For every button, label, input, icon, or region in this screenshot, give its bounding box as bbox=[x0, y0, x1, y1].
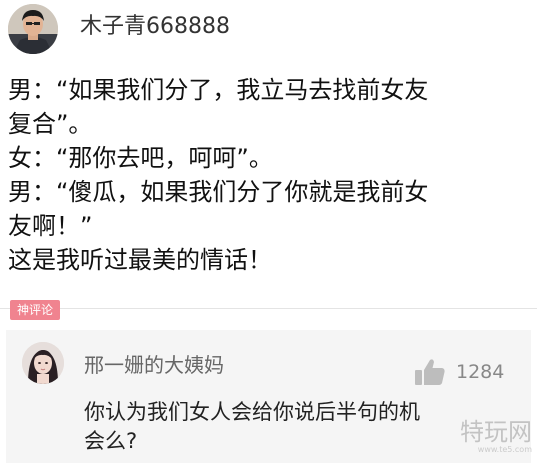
post-header: 木子青668888 bbox=[0, 0, 537, 58]
author-avatar[interactable] bbox=[8, 4, 58, 54]
post-line: 这是我听过最美的情话！ bbox=[8, 246, 272, 274]
watermark-text: 特玩网 bbox=[460, 418, 532, 446]
hot-comment-badge: 神评论 bbox=[10, 300, 61, 320]
like-count: 1284 bbox=[456, 361, 505, 383]
commenter-avatar[interactable] bbox=[22, 342, 64, 384]
commenter-name[interactable]: 邢一姗的大姨妈 bbox=[84, 352, 224, 378]
post-line: 男：“如果我们分了，我立马去找前女友 bbox=[8, 76, 429, 104]
post-line: 复合”。 bbox=[8, 110, 93, 138]
site-watermark: 特玩网 www.te5.com bbox=[446, 418, 534, 458]
author-avatar-image bbox=[8, 4, 58, 54]
post-line: 男：“傻瓜，如果我们分了你就是我前女 bbox=[8, 178, 429, 206]
post-line: 女：“那你去吧，呵呵”。 bbox=[8, 144, 273, 172]
author-name[interactable]: 木子青668888 bbox=[80, 13, 230, 41]
commenter-avatar-image bbox=[22, 342, 64, 384]
thumbs-up-icon[interactable] bbox=[414, 358, 446, 386]
post-line: 友啊！” bbox=[8, 212, 93, 240]
section-divider bbox=[0, 308, 537, 309]
post-text: 男：“如果我们分了，我立马去找前女友 复合”。 女：“那你去吧，呵呵”。 男：“… bbox=[8, 73, 528, 277]
weibo-post-screenshot: 木子青668888 男：“如果我们分了，我立马去找前女友 复合”。 女：“那你去… bbox=[0, 0, 537, 463]
watermark-url: www.te5.com bbox=[477, 445, 532, 454]
